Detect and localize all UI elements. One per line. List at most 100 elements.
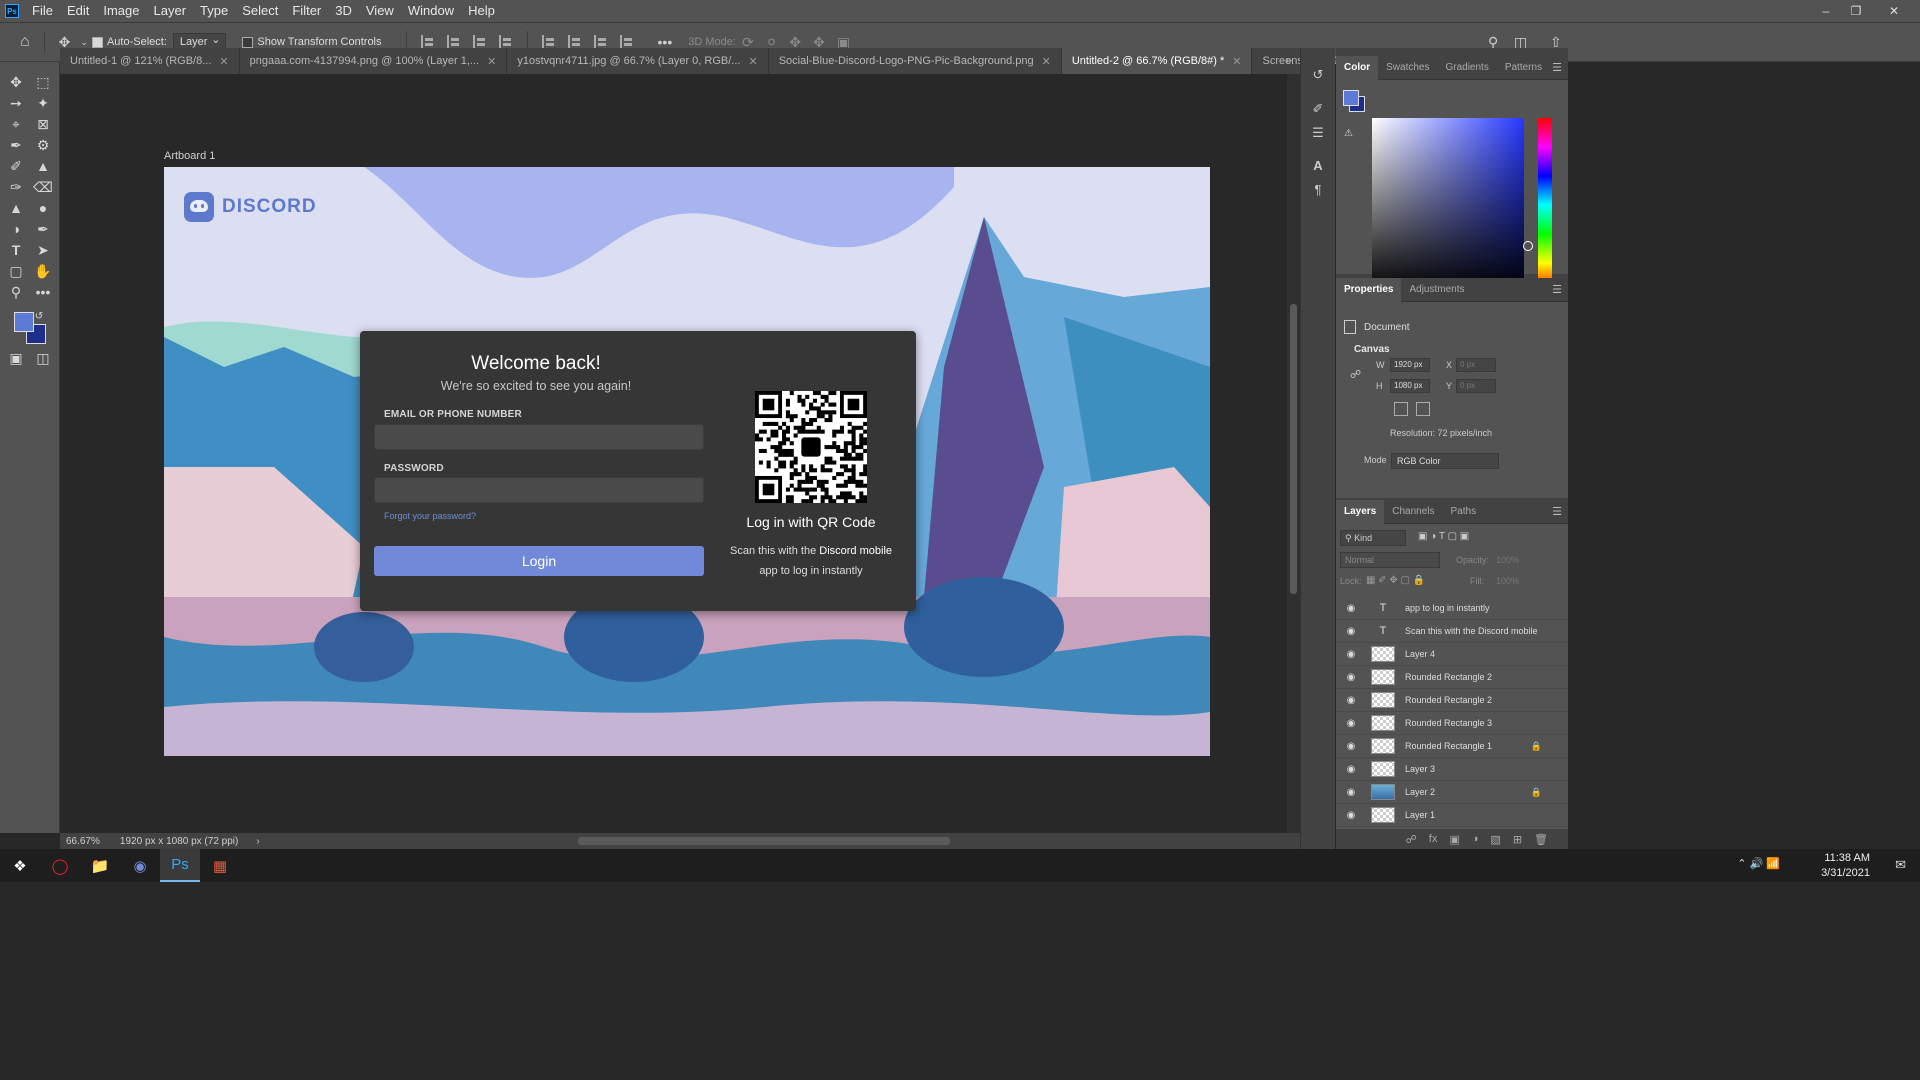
notifications-icon[interactable]: ✉	[1895, 857, 1906, 873]
show-transform-checkbox[interactable]	[242, 36, 254, 48]
more-tools-icon[interactable]: •••	[31, 282, 55, 302]
pen-tool-icon[interactable]: ✒	[31, 219, 55, 239]
tab-y1ostvqnr[interactable]: y1ostvqnr4711.jpg @ 66.7% (Layer 0, RGB/…	[507, 48, 769, 74]
layer-row[interactable]: ◉ T Scan this with the Discord mobile	[1336, 620, 1568, 643]
login-button[interactable]: Login	[374, 546, 704, 576]
adjustment-layer-icon[interactable]: ◑	[1472, 833, 1479, 845]
status-menu-icon[interactable]: ›	[256, 836, 259, 847]
magic-wand-icon[interactable]: ✦	[31, 93, 55, 113]
tab-patterns[interactable]: Patterns	[1497, 56, 1550, 80]
quick-mask-icon[interactable]: ▣	[4, 348, 28, 368]
align-center-icon[interactable]	[446, 35, 461, 49]
color-picker-field[interactable]	[1372, 118, 1533, 292]
delete-layer-icon[interactable]: 🗑	[1534, 833, 1548, 846]
close-tab-icon[interactable]: ✕	[1232, 55, 1241, 68]
visibility-eye-icon[interactable]: ◉	[1341, 626, 1361, 637]
menu-window[interactable]: Window	[401, 0, 461, 22]
menu-view[interactable]: View	[359, 0, 401, 22]
canvas-height-input[interactable]: 1080 px	[1390, 379, 1430, 393]
menu-3d[interactable]: 3D	[328, 0, 359, 22]
tab-properties[interactable]: Properties	[1336, 277, 1402, 302]
swap-colors-icon[interactable]: ↺	[32, 306, 46, 326]
paint-bucket-icon[interactable]: ▲	[4, 198, 28, 218]
brush-tool-icon[interactable]: ✐	[4, 156, 28, 176]
align-bottom-icon[interactable]	[593, 35, 608, 49]
canvas-width-input[interactable]: 1920 px	[1390, 358, 1430, 372]
layer-row[interactable]: ◉ Rounded Rectangle 1 🔒	[1336, 735, 1568, 758]
history-icon[interactable]: ↺	[1309, 66, 1327, 84]
visibility-eye-icon[interactable]: ◉	[1341, 787, 1361, 798]
align-right-icon[interactable]	[472, 35, 487, 49]
color-mode-dropdown[interactable]: RGB Color	[1391, 453, 1499, 469]
lock-icons[interactable]: ▦ ✐ ✥ ▢ 🔒	[1366, 575, 1425, 586]
tab-social-blue-discord[interactable]: Social-Blue-Discord-Logo-PNG-Pic-Backgro…	[769, 48, 1062, 74]
new-group-icon[interactable]: ▧	[1490, 833, 1500, 846]
menu-select[interactable]: Select	[235, 0, 285, 22]
zoom-level[interactable]: 66.67%	[66, 836, 100, 847]
layer-row[interactable]: ◉ Layer 2 🔒	[1336, 781, 1568, 804]
forgot-password-link[interactable]: Forgot your password?	[384, 511, 476, 521]
rectangle-tool-icon[interactable]: ▢	[4, 261, 28, 281]
hue-slider[interactable]	[1538, 118, 1552, 292]
tab-channels[interactable]: Channels	[1384, 500, 1442, 524]
visibility-eye-icon[interactable]: ◉	[1341, 764, 1361, 775]
eraser-icon[interactable]: ⌫	[31, 177, 55, 197]
visibility-eye-icon[interactable]: ◉	[1341, 603, 1361, 614]
visibility-eye-icon[interactable]: ◉	[1341, 741, 1361, 752]
tabs-overflow-icon[interactable]: »	[1285, 53, 1292, 67]
email-field[interactable]	[374, 424, 704, 450]
filter-icons[interactable]: ▣ ◑ T ▢ ▣	[1418, 531, 1469, 542]
add-mask-icon[interactable]: ▣	[1449, 833, 1459, 846]
distribute-icon[interactable]	[498, 35, 513, 49]
canvas-vertical-scrollbar[interactable]	[1287, 74, 1300, 833]
visibility-eye-icon[interactable]: ◉	[1341, 718, 1361, 729]
layer-row[interactable]: ◉ Rounded Rectangle 3	[1336, 712, 1568, 735]
menu-image[interactable]: Image	[96, 0, 146, 22]
menu-edit[interactable]: Edit	[60, 0, 96, 22]
fx-icon[interactable]: fx	[1429, 833, 1438, 845]
color-fg-swatch[interactable]	[1343, 90, 1359, 106]
move-tool-icon[interactable]: ✥	[4, 72, 28, 92]
eyedropper-icon[interactable]: ✒	[4, 135, 28, 155]
align-middle-icon[interactable]	[567, 35, 582, 49]
align-top-icon[interactable]	[541, 35, 556, 49]
tab-pngaaa[interactable]: pngaaa.com-4137994.png @ 100% (Layer 1,.…	[240, 48, 508, 74]
link-layers-icon[interactable]: ☍	[1406, 833, 1417, 846]
panel-menu-icon[interactable]: ☰	[1552, 283, 1562, 296]
canvas-horizontal-scrollbar[interactable]	[578, 837, 950, 845]
lasso-tool-icon[interactable]: ➙	[4, 93, 28, 113]
tab-untitled-2[interactable]: Untitled-2 @ 66.7% (RGB/8#) * ✕	[1061, 48, 1253, 74]
tab-adjustments[interactable]: Adjustments	[1401, 278, 1472, 302]
hand-tool-icon[interactable]: ✋	[31, 261, 55, 281]
chevron-down-icon[interactable]: ⌄	[76, 37, 92, 48]
layer-row[interactable]: ◉ Rounded Rectangle 2	[1336, 666, 1568, 689]
visibility-eye-icon[interactable]: ◉	[1341, 695, 1361, 706]
scrollbar-thumb[interactable]	[1290, 304, 1297, 594]
tab-gradients[interactable]: Gradients	[1437, 56, 1496, 80]
portrait-orientation-icon[interactable]	[1394, 402, 1408, 416]
close-icon[interactable]: ✕	[1880, 0, 1908, 22]
layer-row[interactable]: ◉ Rounded Rectangle 2	[1336, 689, 1568, 712]
taskbar-clock[interactable]: 11:38 AM 3/31/2021	[1821, 851, 1870, 881]
visibility-eye-icon[interactable]: ◉	[1341, 649, 1361, 660]
layer-row[interactable]: ◉ Layer 4	[1336, 643, 1568, 666]
healing-brush-icon[interactable]: ⚙	[31, 135, 55, 155]
color-picker-ring[interactable]	[1523, 241, 1533, 251]
close-tab-icon[interactable]: ✕	[1042, 55, 1051, 68]
screen-mode-icon[interactable]: ◫	[31, 348, 55, 368]
new-layer-icon[interactable]: ⊞	[1513, 833, 1522, 846]
menu-type[interactable]: Type	[193, 0, 235, 22]
dodge-tool-icon[interactable]: ◑	[4, 219, 28, 239]
discord-app-icon[interactable]: ◉	[120, 849, 160, 882]
tab-layers[interactable]: Layers	[1336, 499, 1385, 524]
home-icon[interactable]: ⌂	[14, 33, 36, 51]
landscape-orientation-icon[interactable]	[1416, 402, 1430, 416]
close-tab-icon[interactable]: ✕	[219, 55, 228, 68]
tab-swatches[interactable]: Swatches	[1378, 56, 1437, 80]
file-explorer-icon[interactable]: 📁	[80, 849, 120, 882]
link-dimensions-icon[interactable]: ☍	[1350, 368, 1361, 381]
crop-tool-icon[interactable]: ⌖	[4, 114, 28, 134]
menu-file[interactable]: File	[25, 0, 60, 22]
history-brush-icon[interactable]: ✑	[4, 177, 28, 197]
panel-menu-icon[interactable]: ☰	[1552, 61, 1562, 74]
